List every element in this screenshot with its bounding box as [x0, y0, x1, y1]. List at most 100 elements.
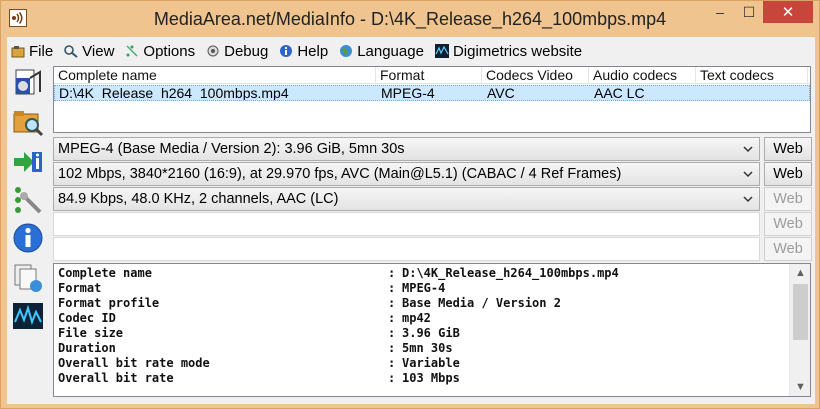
minimize-button[interactable]: – — [705, 1, 735, 23]
left-toolbar — [7, 65, 47, 404]
about-button[interactable] — [11, 221, 45, 255]
detail-row: File size:3.96 GiB — [58, 326, 460, 340]
web-button-video[interactable]: Web — [764, 162, 812, 186]
open-file-icon — [15, 69, 41, 95]
column-complete-name[interactable]: Complete name — [54, 67, 376, 84]
about-icon — [13, 223, 43, 253]
details-content: Complete name: D:\4K_Release_h264_100mbps… — [58, 266, 786, 386]
stream-select-text: 84.9 Kbps, 48.0 KHz, 2 channels, AAC (LC… — [58, 191, 339, 207]
cell-format: MPEG-4 — [381, 86, 435, 100]
client-area: File View Options Debug Help Language Di… — [7, 37, 815, 404]
detail-value: MPEG-4 — [402, 281, 446, 295]
export-button[interactable] — [11, 145, 45, 179]
column-audio-codecs[interactable]: Audio codecs — [589, 67, 696, 84]
detail-value: D:\4K_Release_h264_100mbps.mp4 — [402, 266, 619, 280]
file-list[interactable]: Complete name Format Codecs Video Audio … — [53, 66, 811, 133]
menu-digimetrics[interactable]: Digimetrics website — [434, 40, 583, 62]
details-text-area[interactable]: Complete name: D:\4K_Release_h264_100mbps… — [53, 263, 811, 397]
column-text-codecs[interactable]: Text codecs — [696, 67, 808, 84]
file-list-row[interactable]: D:\4K_Release_h264_100mbps.mp4 MPEG-4 AV… — [54, 85, 810, 101]
stream-row-general: MPEG-4 (Base Media / Version 2): 3.96 Gi… — [53, 137, 812, 162]
stream-select-video[interactable]: 102 Mbps, 3840*2160 (16:9), at 29.970 fp… — [53, 162, 760, 186]
detail-row: Overall bit rate:103 Mbps — [58, 371, 460, 385]
digimetrics-logo-button[interactable] — [11, 299, 45, 333]
menu-help[interactable]: Help — [279, 40, 328, 62]
sheet-button[interactable] — [11, 261, 45, 295]
detail-row: Codec ID: mp42 — [58, 311, 431, 325]
column-format[interactable]: Format — [376, 67, 482, 84]
stream-select-chapters[interactable] — [53, 237, 760, 261]
detail-value: 3.96 GiB — [402, 326, 460, 340]
detail-value: Base Media / Version 2 — [402, 296, 561, 310]
view-icon — [64, 44, 78, 58]
menu-help-label: Help — [297, 42, 329, 60]
maximize-button[interactable]: ☐ — [735, 1, 763, 23]
mediainfo-window: MediaArea.net/MediaInfo - D:\4K_Release_… — [0, 0, 820, 409]
stream-row-video: 102 Mbps, 3840*2160 (16:9), at 29.970 fp… — [53, 162, 812, 187]
debug-icon — [206, 44, 220, 58]
open-file-button[interactable] — [11, 67, 45, 101]
detail-row: Format: MPEG-4 — [58, 281, 446, 295]
help-icon — [279, 44, 293, 58]
chevron-down-icon — [743, 171, 753, 178]
options-icon — [125, 44, 139, 58]
cell-codecs-video: AVC — [487, 86, 515, 100]
detail-row: Duration:5mn 30s — [58, 341, 453, 355]
stream-select-text: MPEG-4 (Base Media / Version 2): 3.96 Gi… — [58, 141, 405, 157]
menu-debug-label: Debug — [224, 42, 269, 60]
menu-file[interactable]: File — [11, 40, 53, 62]
export-icon — [14, 152, 42, 172]
web-button-chapters[interactable]: Web — [764, 237, 812, 261]
detail-value: Variable — [402, 356, 460, 370]
scroll-up-icon[interactable]: ▲ — [790, 264, 811, 282]
web-button-audio[interactable]: Web — [764, 187, 812, 211]
detail-key: Duration — [58, 341, 116, 355]
window-title: MediaArea.net/MediaInfo - D:\4K_Release_… — [153, 9, 667, 29]
digimetrics-logo-icon — [13, 303, 43, 329]
scrollbar-thumb[interactable] — [793, 284, 808, 340]
open-folder-icon — [13, 111, 44, 137]
menu-file-label: File — [29, 42, 54, 60]
preferences-button[interactable] — [11, 183, 45, 217]
detail-key: Format profile — [58, 296, 160, 310]
detail-value: 5mn 30s — [402, 341, 453, 355]
cell-complete-name: D:\4K_Release_h264_100mbps.mp4 — [59, 86, 289, 100]
detail-row: Complete name: D:\4K_Release_h264_100mbps… — [58, 266, 619, 280]
stream-row-chapters: Web — [53, 237, 812, 262]
menu-options-label: Options — [143, 42, 196, 60]
stream-select-text: 102 Mbps, 3840*2160 (16:9), at 29.970 fp… — [58, 166, 622, 182]
detail-value: 103 Mbps — [402, 371, 460, 385]
menu-options[interactable]: Options — [125, 40, 195, 62]
menu-view-label: View — [82, 42, 115, 60]
details-scrollbar[interactable]: ▲ ▼ — [789, 264, 810, 396]
column-codecs-video[interactable]: Codecs Video — [482, 67, 589, 84]
preferences-icon — [15, 187, 42, 214]
detail-key: File size — [58, 326, 124, 340]
web-button-text[interactable]: Web — [764, 212, 812, 236]
menu-view[interactable]: View — [64, 40, 114, 62]
detail-key: Overall bit rate mode — [58, 356, 210, 370]
menu-digimetrics-label: Digimetrics website — [452, 42, 583, 60]
file-list-header: Complete name Format Codecs Video Audio … — [54, 67, 810, 84]
language-icon — [339, 44, 353, 58]
close-button[interactable]: ✕ — [763, 1, 813, 23]
menu-language[interactable]: Language — [339, 40, 424, 62]
chevron-down-icon — [743, 146, 753, 153]
detail-key: Format — [58, 281, 102, 295]
menu-debug[interactable]: Debug — [206, 40, 268, 62]
stream-select-audio[interactable]: 84.9 Kbps, 48.0 KHz, 2 channels, AAC (LC… — [53, 187, 760, 211]
title-bar[interactable]: MediaArea.net/MediaInfo - D:\4K_Release_… — [1, 1, 819, 37]
detail-key: Overall bit rate — [58, 371, 174, 385]
sheet-icon — [14, 264, 42, 292]
scroll-down-icon[interactable]: ▼ — [790, 378, 811, 396]
cell-text-codecs — [697, 86, 809, 100]
stream-select-general[interactable]: MPEG-4 (Base Media / Version 2): 3.96 Gi… — [53, 137, 760, 161]
web-button-general[interactable]: Web — [764, 137, 812, 161]
stream-row-audio: 84.9 Kbps, 48.0 KHz, 2 channels, AAC (LC… — [53, 187, 812, 212]
stream-select-text-stream[interactable] — [53, 212, 760, 236]
detail-key: Codec ID — [58, 311, 116, 325]
menu-language-label: Language — [357, 42, 424, 60]
open-folder-button[interactable] — [11, 105, 45, 139]
detail-key: Complete name — [58, 266, 152, 280]
detail-row: Overall bit rate mode: Variable — [58, 356, 460, 370]
